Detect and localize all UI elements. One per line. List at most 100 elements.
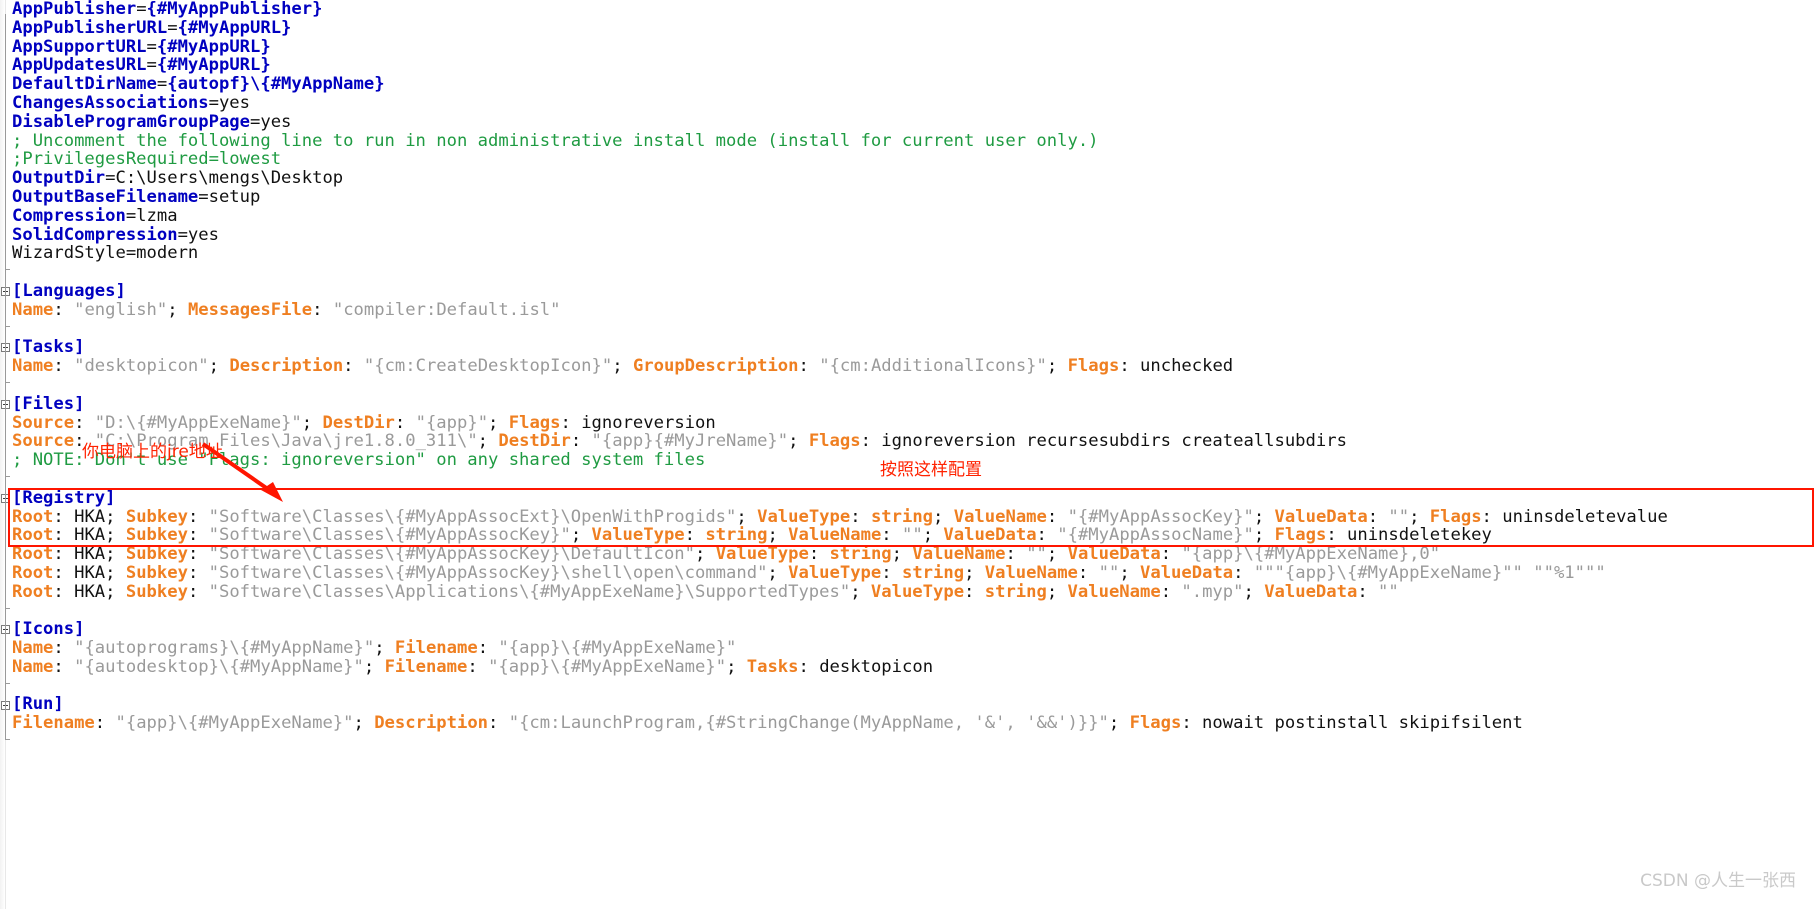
code-line[interactable]: [Languages] (12, 282, 1814, 301)
code-line[interactable]: ChangesAssociations=yes (12, 94, 1814, 113)
code-token: Description (374, 713, 489, 734)
code-token: =yes (208, 92, 251, 113)
code-line[interactable]: DisableProgramGroupPage=yes (12, 112, 1814, 132)
code-line[interactable]: Root: HKA; Subkey: "Software\Classes\{#M… (12, 564, 1814, 583)
code-token: "" (1388, 506, 1410, 527)
code-line[interactable]: AppUpdatesURL={#MyAppURL} (12, 56, 1814, 75)
code-content[interactable]: AppPublisher={#MyAppPublisher} AppPublish… (12, 0, 1814, 752)
watermark: CSDN @人生一张西 (1640, 871, 1796, 891)
code-line[interactable]: [Files] (12, 394, 1814, 414)
code-line[interactable] (12, 263, 1814, 282)
code-token: "{app}\{#MyAppExeName}" (488, 656, 727, 677)
code-token: "desktopicon" (74, 356, 209, 377)
code-line[interactable]: OutputBaseFilename=setup (12, 188, 1814, 207)
code-line[interactable]: AppSupportURL={#MyAppURL} (12, 36, 1814, 57)
code-token: ; (788, 431, 809, 452)
code-line[interactable]: Name: "{autoprograms}\{#MyAppName}"; Fil… (12, 639, 1814, 658)
code-token: ValueData (1274, 506, 1368, 527)
code-token: ValueType (788, 562, 882, 583)
code-line[interactable]: SolidCompression=yes (12, 225, 1814, 245)
code-token: GroupDescription (632, 356, 799, 377)
code-token: OutputBaseFilename (12, 186, 199, 207)
code-line[interactable]: ; Uncomment the following line to run in… (12, 131, 1814, 151)
code-line[interactable]: [Tasks] (12, 338, 1814, 357)
code-line[interactable] (12, 677, 1814, 696)
code-token: ValueType (591, 525, 685, 546)
code-token: "" (1378, 581, 1399, 602)
code-token: "{cm:CreateDesktopIcon}" (363, 356, 613, 377)
code-token: ; (1046, 544, 1068, 565)
code-token: =setup (198, 186, 261, 207)
code-token: Name (12, 299, 54, 320)
code-line[interactable]: Root: HKA; Subkey: "Software\Classes\{#M… (12, 526, 1814, 545)
code-token: AppPublisherURL (12, 17, 168, 38)
code-token: : (1160, 581, 1182, 602)
code-token: ; (767, 525, 789, 546)
code-token: : (488, 713, 509, 734)
code-token: : (1160, 544, 1182, 565)
code-line[interactable]: WizardStyle=modern (12, 244, 1814, 263)
code-line[interactable]: Name: "desktopicon"; Description: "{cm:C… (12, 357, 1814, 376)
code-token: "Software\Classes\{#MyAppAssocKey}" (208, 525, 571, 546)
code-line[interactable]: Compression=lzma (12, 205, 1814, 226)
code-token: = (167, 17, 178, 38)
code-line[interactable]: AppPublisherURL={#MyAppURL} (12, 17, 1814, 38)
code-token: [Run] (12, 694, 64, 715)
code-line[interactable]: [Icons] (12, 620, 1814, 639)
code-line[interactable]: OutputDir=C:\Users\mengs\Desktop (12, 169, 1814, 188)
code-line[interactable] (12, 602, 1814, 621)
code-token: string (984, 581, 1047, 602)
code-token: Name (12, 356, 54, 377)
code-line[interactable]: [Registry] (12, 488, 1814, 508)
fold-guide-line (5, 484, 6, 740)
code-token: AppSupportURL (12, 36, 147, 57)
code-line[interactable]: Root: HKA; Subkey: "Software\Classes\{#M… (12, 545, 1814, 564)
code-token: "{#MyAppAssocKey}" (1067, 506, 1254, 527)
code-token: ValueName (953, 506, 1047, 527)
code-token: ; (488, 412, 509, 433)
code-token: ".myp" (1181, 581, 1244, 602)
code-token: : uninsdeletevalue (1481, 506, 1668, 527)
code-line[interactable]: Name: "english"; MessagesFile: "compiler… (12, 299, 1814, 320)
code-token: ChangesAssociations (12, 92, 209, 113)
code-line[interactable]: DefaultDirName={autopf}\{#MyAppName} (12, 75, 1814, 94)
code-token: {#MyAppPublisher} (146, 0, 323, 19)
code-token: Filename (12, 713, 95, 734)
code-token: ; (726, 656, 747, 677)
code-token: : (94, 713, 116, 734)
code-line[interactable]: Root: HKA; Subkey: "Software\Classes\{#M… (12, 506, 1814, 527)
code-token: "{app}" (415, 412, 489, 433)
code-line[interactable]: Filename: "{app}\{#MyAppExeName}"; Descr… (12, 714, 1814, 733)
code-token: ; (1108, 713, 1130, 734)
code-token: =lzma (125, 205, 178, 226)
code-line[interactable]: AppPublisher={#MyAppPublisher} (12, 0, 1814, 19)
code-editor[interactable]: AppPublisher={#MyAppPublisher} AppPublish… (0, 0, 1814, 909)
code-line[interactable] (12, 376, 1814, 395)
code-line[interactable]: ;PrivilegesRequired=lowest (12, 150, 1814, 169)
code-line[interactable] (12, 320, 1814, 339)
code-token: AppUpdatesURL (12, 55, 147, 76)
code-line[interactable]: Name: "{autodesktop}\{#MyAppName}"; File… (12, 656, 1814, 677)
code-token: OutputDir (12, 168, 106, 189)
code-token: "{app}\{#MyAppExeName}" (115, 713, 354, 734)
code-token: Tasks (746, 656, 799, 677)
code-token: : (808, 544, 830, 565)
code-token: Source (12, 431, 75, 452)
code-line[interactable]: [Run] (12, 695, 1814, 714)
code-token: Flags (1129, 713, 1182, 734)
code-token: : (187, 506, 209, 527)
code-line[interactable] (12, 733, 1814, 752)
code-token: ; (1243, 581, 1265, 602)
code-token: ; (1119, 562, 1141, 583)
code-token: : (53, 656, 75, 677)
code-line[interactable]: Source: "C:\Program Files\Java\jre1.8.0_… (12, 432, 1814, 451)
code-token: Flags (508, 412, 561, 433)
code-token: : HKA; (53, 525, 126, 546)
code-token: DestDir (498, 431, 571, 452)
code-token: Source (12, 412, 75, 433)
code-line[interactable]: Source: "D:\{#MyAppExeName}"; DestDir: "… (12, 412, 1814, 433)
code-token: : HKA; (53, 506, 126, 527)
code-line[interactable]: Root: HKA; Subkey: "Software\Classes\App… (12, 581, 1814, 602)
code-token: Flags (1429, 506, 1482, 527)
code-token: Description (229, 356, 344, 377)
